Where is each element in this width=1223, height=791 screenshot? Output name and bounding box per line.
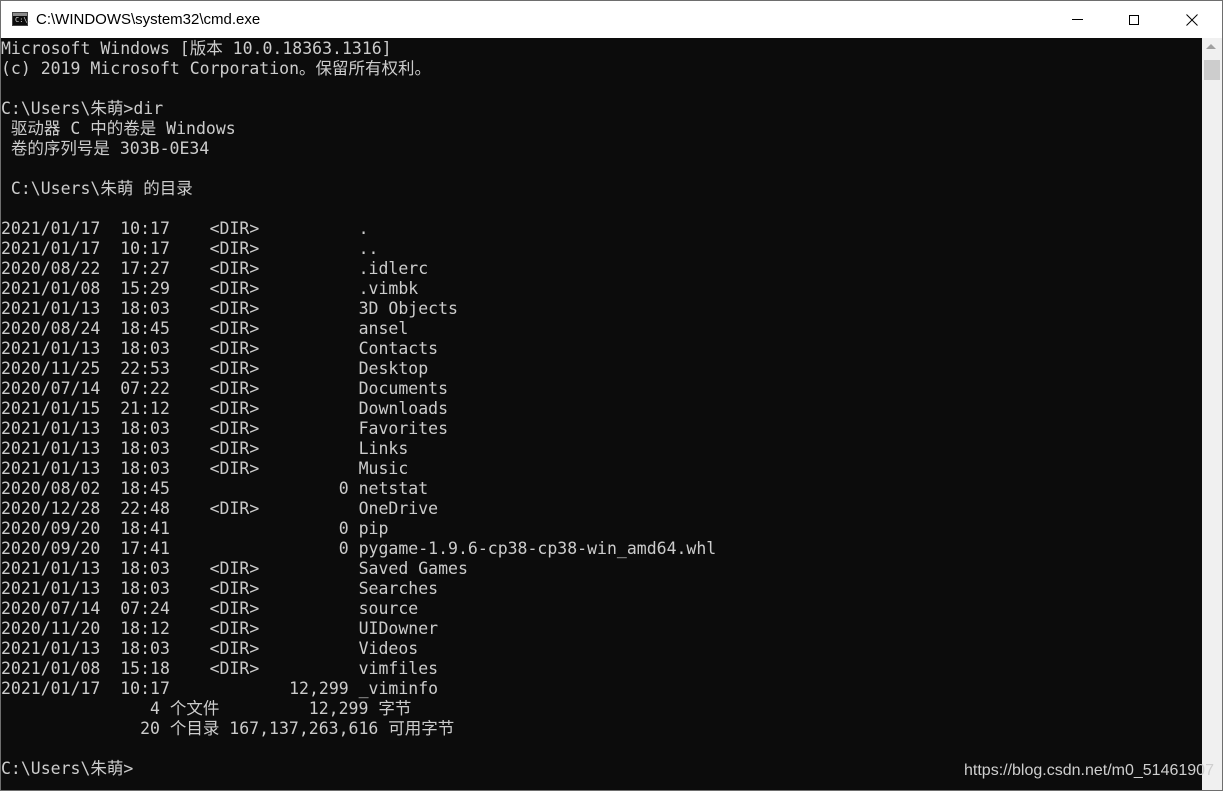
console-line: 2020/11/20 18:12 <DIR> UIDowner [1, 619, 439, 638]
console-line: 2021/01/13 18:03 <DIR> Searches [1, 579, 439, 598]
console-line: 4 个文件 12,299 字节 [1, 699, 412, 718]
cmd-window: C:\. C:\WINDOWS\system32\cmd.exe Microso… [0, 0, 1223, 791]
console-line: 2020/08/24 18:45 <DIR> ansel [1, 319, 409, 338]
title-bar[interactable]: C:\. C:\WINDOWS\system32\cmd.exe [1, 1, 1222, 38]
scrollbar-thumb[interactable] [1204, 60, 1220, 80]
maximize-icon [1129, 14, 1139, 25]
console-line: 2021/01/13 18:03 <DIR> Videos [1, 639, 419, 658]
console-line: 2021/01/13 18:03 <DIR> 3D Objects [1, 299, 458, 318]
minimize-icon [1071, 19, 1083, 20]
console-line: 2021/01/08 15:18 <DIR> vimfiles [1, 659, 439, 678]
console-line: 2021/01/13 18:03 <DIR> Favorites [1, 419, 449, 438]
console-line: 2021/01/17 10:17 12,299 _viminfo [1, 679, 439, 698]
watermark: https://blog.csdn.net/m0_51461907 [964, 762, 1214, 779]
console-line: 2021/01/17 10:17 <DIR> .. [1, 239, 379, 258]
console-line: C:\Users\朱萌>dir [1, 99, 164, 118]
console-line: 2020/08/22 17:27 <DIR> .idlerc [1, 259, 429, 278]
console-line: (c) 2019 Microsoft Corporation。保留所有权利。 [1, 59, 432, 78]
console-line: 2021/01/15 21:12 <DIR> Downloads [1, 399, 449, 418]
window-title: C:\WINDOWS\system32\cmd.exe [36, 11, 261, 28]
console-line: C:\Users\朱萌 的目录 [1, 179, 193, 198]
maximize-button[interactable] [1105, 1, 1163, 38]
console-line: 2021/01/08 15:29 <DIR> .vimbk [1, 279, 419, 298]
console-line: 2020/08/02 18:45 0 netstat [1, 479, 429, 498]
console-line: 2021/01/13 18:03 <DIR> Music [1, 459, 409, 478]
console-line: 2020/12/28 22:48 <DIR> OneDrive [1, 499, 439, 518]
close-button[interactable] [1163, 1, 1221, 38]
console-line: 2020/11/25 22:53 <DIR> Desktop [1, 359, 429, 378]
cmd-icon-glyph: C:\. [15, 16, 32, 24]
console-line: 20 个目录 167,137,263,616 可用字节 [1, 719, 455, 738]
vertical-scrollbar[interactable] [1202, 38, 1222, 790]
minimize-button[interactable] [1048, 1, 1106, 38]
console-line: 2021/01/13 18:03 <DIR> Links [1, 439, 409, 458]
console-line: 2021/01/17 10:17 <DIR> . [1, 219, 369, 238]
console-line: 2020/09/20 17:41 0 pygame-1.9.6-cp38-cp3… [1, 539, 717, 558]
console-line: C:\Users\朱萌> [1, 759, 134, 778]
console-line: 2020/07/14 07:24 <DIR> source [1, 599, 419, 618]
console-line: Microsoft Windows [版本 10.0.18363.1316] [1, 39, 392, 58]
console-output[interactable]: Microsoft Windows [版本 10.0.18363.1316] (c… [1, 38, 1202, 790]
console-line: 2021/01/13 18:03 <DIR> Contacts [1, 339, 439, 358]
console-line: 卷的序列号是 303B-0E34 [1, 139, 210, 158]
console-line: 2021/01/13 18:03 <DIR> Saved Games [1, 559, 468, 578]
console-line: 驱动器 C 中的卷是 Windows [1, 119, 236, 138]
scroll-up-arrow-icon[interactable] [1206, 44, 1216, 49]
console-line: 2020/09/20 18:41 0 pip [1, 519, 389, 538]
cmd-icon[interactable]: C:\. [12, 12, 32, 26]
console-line: 2020/07/14 07:22 <DIR> Documents [1, 379, 449, 398]
close-icon [1186, 13, 1198, 26]
